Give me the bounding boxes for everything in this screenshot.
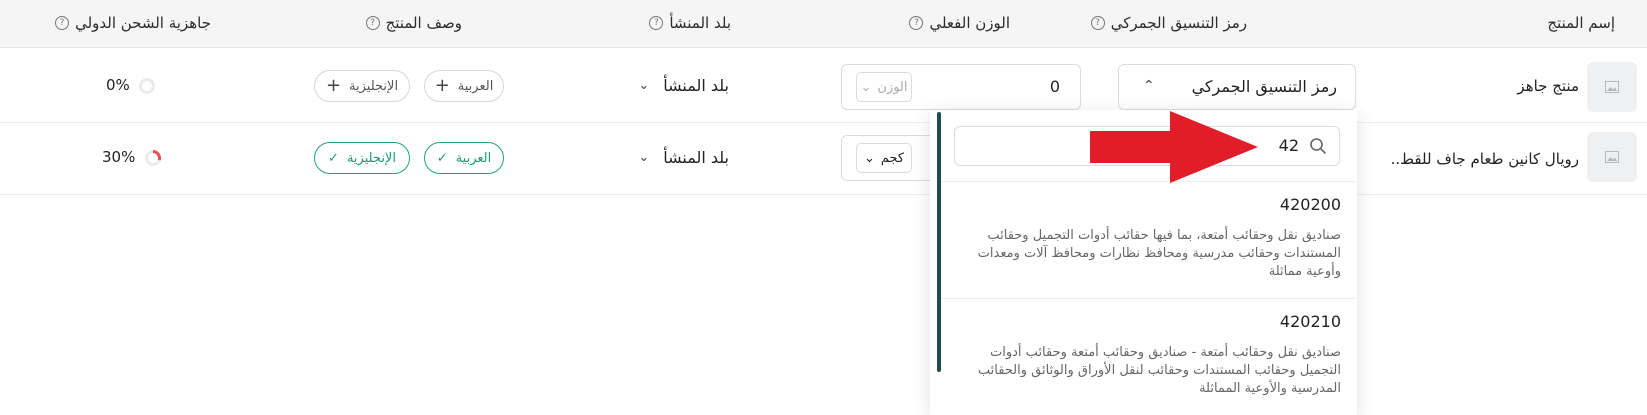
column-header-readiness: جاهزية الشحن الدولي ? [55, 14, 211, 32]
hs-code-select[interactable]: رمز التنسيق الجمركي ⌃ [1118, 64, 1356, 110]
chevron-down-icon: ⌄ [863, 150, 875, 166]
readiness-percentage: 30% [102, 148, 136, 166]
product-image-placeholder[interactable] [1587, 132, 1637, 182]
column-header-origin: بلد المنشأ ? [649, 14, 731, 32]
column-header-product-name: إسم المنتج [1547, 14, 1615, 32]
readiness-progress-ring [139, 78, 155, 94]
hs-code-select-value: رمز التنسيق الجمركي [1191, 77, 1337, 96]
help-circle-icon[interactable]: ? [909, 16, 924, 30]
weight-unit-select[interactable]: كجم ⌄ [856, 143, 912, 173]
weight-unit-label: الوزن [877, 79, 908, 95]
origin-select-value: بلد المنشأ [663, 148, 729, 167]
readiness-progress-ring [145, 150, 161, 166]
weight-input[interactable]: 0 الوزن ⌄ [841, 64, 1081, 110]
column-header-label: الوزن الفعلي [929, 14, 1010, 32]
plus-icon: + [434, 75, 450, 96]
product-image-placeholder[interactable] [1587, 62, 1637, 112]
origin-select[interactable]: بلد المنشأ ⌄ [638, 148, 729, 167]
weight-value: 0 [1049, 77, 1060, 96]
add-english-description-button[interactable]: الإنجليزية + [314, 70, 410, 102]
table-header: إسم المنتج رمز التنسيق الجمركي ? الوزن ا… [0, 0, 1647, 48]
plus-icon: + [325, 75, 342, 96]
help-circle-icon[interactable]: ? [649, 16, 664, 30]
weight-unit-label: كجم [880, 150, 905, 166]
option-description: صناديق نقل وحقائب أمتعة - صناديق وحقائب … [977, 345, 1341, 396]
help-circle-icon[interactable]: ? [1090, 16, 1105, 30]
column-header-label: وصف المنتج [385, 14, 462, 32]
image-placeholder-icon [1605, 81, 1619, 93]
column-header-label: جاهزية الشحن الدولي [75, 14, 211, 32]
pill-label: العربية [457, 78, 494, 94]
option-code: 420200 [1279, 195, 1341, 214]
arabic-description-done-button[interactable]: العربية ✓ [424, 142, 504, 174]
check-icon: ✓ [328, 150, 339, 166]
column-header-description: وصف المنتج ? [365, 14, 462, 32]
origin-select-value: بلد المنشأ [663, 76, 729, 95]
english-description-done-button[interactable]: الإنجليزية ✓ [314, 142, 410, 174]
image-placeholder-icon [1605, 151, 1619, 163]
annotation-arrow-icon [1090, 111, 1258, 183]
column-header-label: بلد المنشأ [669, 14, 731, 32]
search-query: 42 [1278, 136, 1299, 155]
add-arabic-description-button[interactable]: العربية + [424, 70, 504, 102]
product-name[interactable]: منتج جاهز [1517, 77, 1579, 95]
search-icon [1310, 138, 1326, 154]
origin-select[interactable]: بلد المنشأ ⌄ [638, 76, 729, 95]
chevron-down-icon: ⌄ [638, 78, 650, 93]
option-description: صناديق نقل وحقائب أمتعة، بما فيها حقائب … [977, 228, 1341, 279]
readiness-percentage: 0% [106, 76, 130, 94]
check-icon: ✓ [436, 150, 448, 166]
column-header-label: رمز التنسيق الجمركي [1110, 14, 1247, 32]
dropdown-option[interactable]: 420210 صناديق نقل وحقائب أمتعة - صناديق … [941, 298, 1355, 415]
help-circle-icon[interactable]: ? [55, 16, 70, 30]
column-header-hs-code: رمز التنسيق الجمركي ? [1090, 14, 1247, 32]
column-header-actual-weight: الوزن الفعلي ? [909, 14, 1010, 32]
help-circle-icon[interactable]: ? [365, 16, 380, 30]
pill-label: الإنجليزية [349, 78, 399, 94]
dropdown-option[interactable]: 420200 صناديق نقل وحقائب أمتعة، بما فيها… [941, 181, 1355, 298]
weight-unit-select[interactable]: الوزن ⌄ [856, 72, 912, 102]
chevron-down-icon: ⌄ [860, 79, 872, 95]
pill-label: العربية [455, 150, 492, 166]
product-name[interactable]: رويال كانين طعام جاف للقط.. [1391, 150, 1579, 168]
row-divider [0, 122, 1647, 123]
column-header-label: إسم المنتج [1547, 14, 1615, 32]
row-divider [0, 194, 1647, 195]
chevron-down-icon: ⌄ [638, 150, 650, 165]
pill-label: الإنجليزية [346, 150, 396, 166]
option-code: 420210 [1279, 312, 1341, 331]
chevron-up-icon: ⌃ [1143, 78, 1155, 94]
